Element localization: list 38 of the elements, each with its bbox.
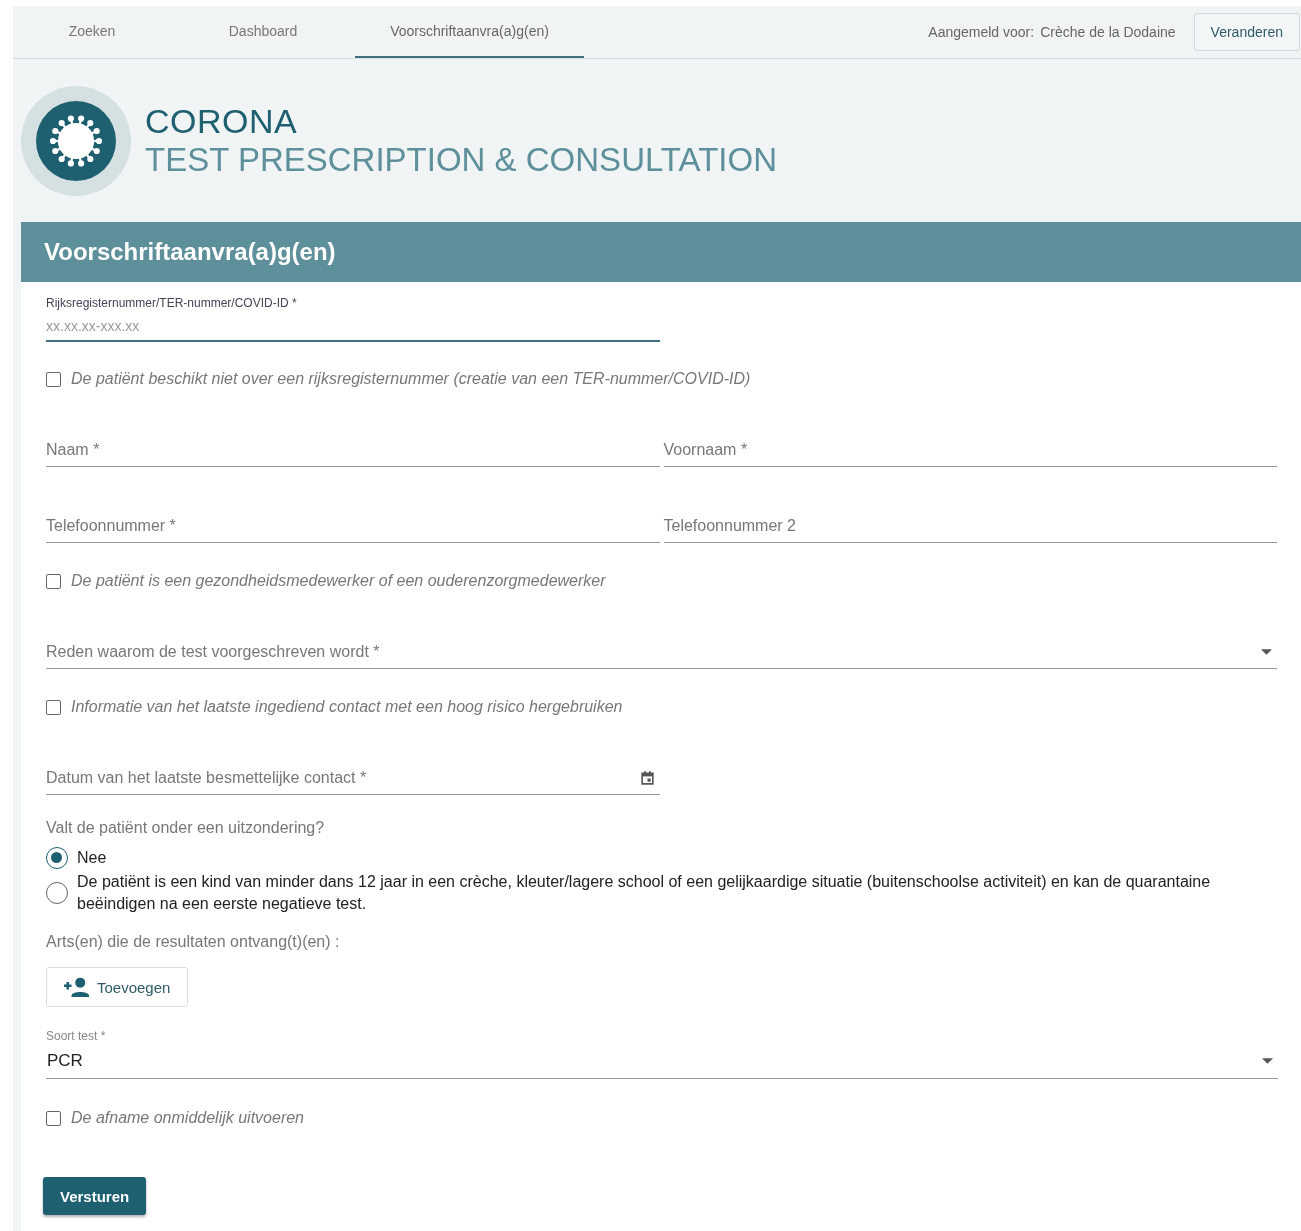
add-button[interactable]: Toevoegen [46, 967, 189, 1007]
question-label: Valt de patiënt onder een uitzondering? [46, 819, 326, 837]
login-label: Aangemeld voor: [928, 24, 1035, 40]
nav-tab[interactable]: Zoeken [13, 6, 171, 58]
input-field[interactable]: Datum van het laatste besmettelijke contact * [46, 761, 660, 795]
change-button[interactable]: Veranderen [1193, 13, 1300, 51]
input-field[interactable]: Voornaam * [663, 433, 1277, 467]
checkbox-label: De patiënt is een gezondheidsmedewerker of een ouderenzorgmedewerker [71, 572, 606, 590]
checkbox[interactable] [46, 573, 61, 589]
input-field[interactable]: Telefoonnummer * [46, 509, 660, 543]
input-field[interactable]: Reden waarom de test voorgeschreven wordt * [46, 635, 1277, 669]
checkbox[interactable] [46, 699, 61, 715]
radio-label: De patiënt is een kind van minder dans 12 jaar in een crèche, kleuter/lagere school of een gelijkaardige situatie (buitenschoolse activiteit) en kan de quarantaine beëindigen na een eerste negatieve test. [77, 872, 1212, 914]
section-label: Arts(en) die de resultaten ontvang(t)(en) : [46, 933, 340, 951]
radio-label: Nee [77, 848, 107, 868]
field-label: Rijksregisternummer/TER-nummer/COVID-ID * [46, 296, 298, 310]
input-field[interactable]: Telefoonnummer 2 [663, 509, 1277, 543]
checkbox-label: De patiënt beschikt niet over een rijksregisternummer (creatie van een TER-nummer/COVID-ID) [71, 370, 751, 388]
checkbox[interactable] [46, 1110, 61, 1126]
checkbox[interactable] [46, 371, 61, 387]
organisation-name: Crèche de la Dodaine [1040, 24, 1176, 40]
checkbox-label: De afname onmiddelijk uitvoeren [71, 1109, 304, 1127]
calendar-icon [640, 770, 655, 785]
input-field[interactable]: Naam * [46, 433, 660, 467]
select-field[interactable]: PCR [46, 1051, 1278, 1079]
field-label: Soort test * [46, 1029, 107, 1043]
caret-icon [1262, 1058, 1273, 1064]
app-title: CORONA [145, 102, 299, 141]
nav-tab[interactable]: Dashboard [171, 6, 355, 58]
add-person-icon [64, 977, 89, 997]
caret-icon [1261, 648, 1272, 655]
submit-button[interactable]: Versturen [43, 1177, 147, 1215]
nav-tab[interactable]: Voorschriftaanvra(a)g(en) [355, 6, 584, 58]
virus-logo-icon [21, 85, 131, 196]
form-banner: Voorschriftaanvra(a)g(en) [21, 222, 1301, 282]
app-subtitle: TEST PRESCRIPTION & CONSULTATION [145, 141, 777, 179]
checkbox-label: Informatie van het laatste ingediend contact met een hoog risico hergebruiken [71, 698, 623, 716]
input-field[interactable]: xx.xx.xx-xxx.xx [46, 318, 660, 342]
